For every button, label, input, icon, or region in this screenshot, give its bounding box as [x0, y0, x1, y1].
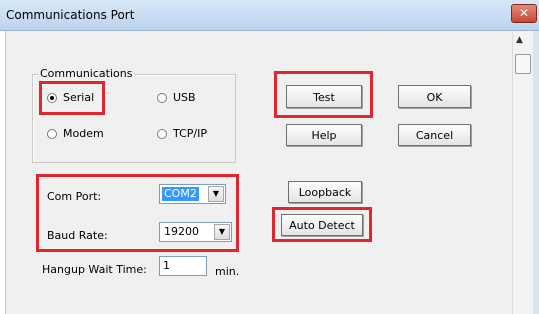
radio-modem-indicator[interactable]: [47, 128, 57, 139]
hangup-unit-label: min.: [215, 265, 240, 278]
loopback-button[interactable]: Loopback: [288, 181, 362, 203]
hangup-wait-label: Hangup Wait Time:: [42, 263, 147, 276]
window-edge: [533, 31, 539, 314]
window-title: Communications Port: [6, 8, 135, 22]
radio-serial-indicator[interactable]: [47, 92, 57, 103]
baud-rate-value: 19200: [164, 225, 199, 238]
scroll-up-icon[interactable]: ▲: [516, 35, 523, 45]
radio-tcpip-indicator[interactable]: [157, 128, 167, 139]
radio-serial-label: Serial: [63, 91, 95, 104]
com-port-select[interactable]: COM2 ▼: [159, 184, 226, 204]
radio-tcpip[interactable]: TCP/IP: [157, 127, 207, 140]
chevron-down-icon[interactable]: ▼: [214, 224, 230, 240]
com-port-value: COM2: [162, 187, 199, 201]
radio-serial[interactable]: Serial: [47, 91, 94, 104]
help-button[interactable]: Help: [286, 124, 362, 146]
radio-usb[interactable]: USB: [157, 91, 196, 104]
com-port-label: Com Port:: [47, 190, 102, 203]
radio-tcpip-label: TCP/IP: [173, 127, 207, 140]
baud-rate-label: Baud Rate:: [47, 229, 108, 242]
radio-usb-indicator[interactable]: [157, 92, 167, 103]
baud-rate-select[interactable]: 19200 ▼: [159, 222, 232, 242]
radio-modem[interactable]: Modem: [47, 127, 104, 140]
cancel-button[interactable]: Cancel: [398, 124, 471, 146]
communications-group: [32, 74, 236, 163]
ok-button[interactable]: OK: [398, 85, 471, 108]
communications-group-label: Communications: [38, 67, 135, 80]
chevron-down-icon[interactable]: ▼: [208, 186, 224, 202]
close-icon[interactable]: ✕: [511, 4, 537, 23]
auto-detect-button[interactable]: Auto Detect: [281, 214, 363, 236]
scroll-thumb[interactable]: [515, 54, 531, 74]
test-button[interactable]: Test: [286, 85, 362, 108]
vertical-scrollbar[interactable]: ▲: [512, 31, 533, 314]
title-bar: Communications Port ✕: [0, 0, 539, 31]
radio-usb-label: USB: [173, 91, 196, 104]
radio-modem-label: Modem: [63, 127, 104, 140]
hangup-wait-input[interactable]: 1: [159, 256, 207, 276]
